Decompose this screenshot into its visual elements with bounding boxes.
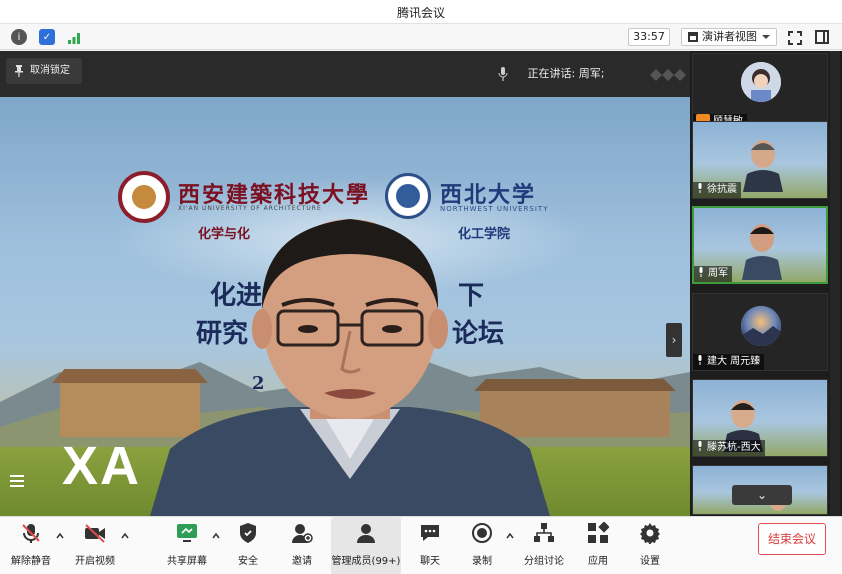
speaking-label: 正在讲话: 周军; [527,67,605,80]
participant-namebar: 建大 周元臻 [693,354,765,370]
unpin-button[interactable]: 取消锁定 [6,58,82,84]
mic-icon [498,67,508,81]
apps-label: 应用 [588,556,608,567]
participant-namebar: 徐抗震 [693,182,741,198]
participant-video [743,140,783,192]
participant-video [742,224,782,280]
view-mode-dropdown[interactable]: 演讲者视图 [681,28,777,46]
security-button[interactable]: 安全 [228,517,268,574]
record-button[interactable]: 录制 [462,517,502,574]
chevron-down-icon [762,35,770,39]
breakout-icon [534,523,554,542]
speaker-person [150,219,550,516]
camera-off-icon [85,524,105,543]
info-icon[interactable]: i [11,29,27,45]
pin-icon [15,65,23,77]
shield-icon[interactable]: ✓ [39,29,55,45]
video-button[interactable]: 开启视频 [70,517,120,574]
signal-icon[interactable] [67,30,81,44]
end-meeting-button[interactable]: 结束会议 [758,523,826,555]
participant-name: 建大 周元臻 [707,356,761,367]
scroll-down-button[interactable]: ⌄ [732,485,792,505]
breakout-label: 分组讨论 [524,556,564,567]
chat-label: 聊天 [420,556,440,567]
collapse-panel-button[interactable]: › [666,323,682,357]
unpin-label: 取消锁定 [30,65,70,76]
window-title: 腾讯会议 [396,6,445,20]
share-screen-label: 共享屏幕 [167,556,207,567]
view-mode-label: 演讲者视图 [702,30,757,43]
participant-tile[interactable]: 滕苏杭-西大 [692,379,828,457]
add-user-icon [292,524,313,543]
breakout-button[interactable]: 分组讨论 [520,517,568,574]
participant-name: 周军 [708,268,728,279]
meeting-timer: 33:57 [628,28,670,46]
avatar [741,62,781,102]
chevron-up-icon[interactable] [506,532,514,540]
mic-icon [698,183,702,193]
record-icon [472,523,492,543]
mic-icon [698,355,702,365]
tencent-meeting-window: 腾讯会议 i ✓ 33:57 演讲者视图 取消锁定 正在讲话: 周军; XA 西… [0,0,842,574]
settings-button[interactable]: 设置 [630,517,670,574]
sign-letters: XA [62,436,142,496]
sidebar-toggle-icon[interactable] [815,30,829,44]
chat-icon [421,525,439,541]
chat-button[interactable]: 聊天 [410,517,450,574]
gear-icon [640,523,660,544]
layout-icon [688,32,698,42]
share-screen-button[interactable]: 共享屏幕 [164,517,210,574]
mute-label: 解除静音 [11,556,51,567]
meeting-toolbar: 解除静音 开启视频 共享屏幕 安全 邀请 管理成员(99+) 聊天 录制 分组讨… [0,516,842,574]
settings-label: 设置 [640,556,660,567]
shield-icon [240,523,256,543]
fullscreen-icon[interactable] [788,30,802,45]
speaking-indicator: 正在讲话: 周军; [498,65,604,81]
speaker-video: XA 西安建築科技大學 XI'AN UNIVERSITY OF ARCHITEC… [0,97,690,516]
participant-tile[interactable]: 顾慧敏 [692,53,828,131]
network-quality-icon [648,67,688,83]
participant-namebar: 周军 [694,266,732,282]
mic-icon [698,441,702,451]
participant-tile[interactable]: 建大 周元臻 [692,293,828,371]
participant-tile-active[interactable]: 周军 [692,206,828,284]
share-screen-icon [177,524,197,542]
chevron-up-icon[interactable] [212,532,220,540]
video-label: 开启视频 [75,556,115,567]
apps-icon [588,522,609,543]
apps-button[interactable]: 应用 [578,517,618,574]
meeting-info-bar: i ✓ 33:57 演讲者视图 [0,24,842,50]
invite-label: 邀请 [292,556,312,567]
mute-button[interactable]: 解除静音 [6,517,56,574]
title-bar: 腾讯会议 [0,0,842,24]
manage-members-label: 管理成员(99+) [331,556,401,567]
chevron-up-icon[interactable] [121,532,129,540]
record-label: 录制 [472,556,492,567]
participant-sidebar: 顾慧敏 徐抗震 周军 建大 周元臻 [690,51,842,516]
mic-icon [699,267,703,277]
main-video-stage: 取消锁定 正在讲话: 周军; XA 西安建築科技大學 XI'AN UNIVERS… [0,51,690,516]
avatar [741,306,781,346]
participant-name: 徐抗震 [707,184,737,195]
users-icon [357,524,375,543]
manage-members-button[interactable]: 管理成员(99+) [331,517,401,574]
list-icon[interactable] [10,475,24,489]
participant-namebar: 滕苏杭-西大 [693,440,765,456]
participant-tile[interactable]: 徐抗震 [692,121,828,199]
stage-top-strip: 取消锁定 正在讲话: 周军; [0,51,690,97]
invite-button[interactable]: 邀请 [282,517,322,574]
participant-name: 滕苏杭-西大 [707,442,761,453]
chevron-up-icon[interactable] [56,532,64,540]
mic-muted-icon [22,524,40,543]
sidebar-scrollbar[interactable] [830,51,840,516]
security-label: 安全 [238,556,258,567]
